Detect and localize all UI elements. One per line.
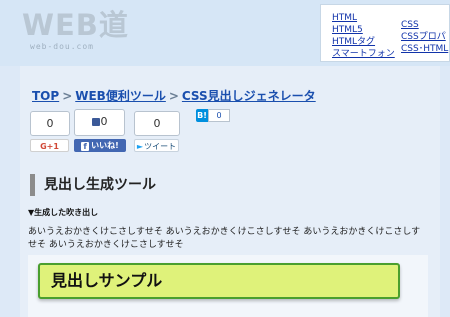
menu-link-css-html[interactable]: CSS･HTML: [401, 43, 448, 55]
generated-balloon-label: ▼生成した吹き出し: [28, 208, 99, 217]
facebook-like-count: 0: [74, 109, 125, 136]
facebook-like-button[interactable]: f いいね!: [74, 139, 126, 152]
breadcrumb-web-tools[interactable]: WEB便利ツール: [75, 89, 166, 103]
heading-sample: 見出しサンプル: [38, 263, 400, 299]
menu-column-css: CSS CSSプロパ CSS･HTML: [401, 19, 448, 55]
breadcrumb-css-heading-generator[interactable]: CSS見出しジェネレータ: [182, 89, 316, 103]
heading-preview-area: 見出しサンプル: [28, 255, 428, 317]
menu-link-html5[interactable]: HTML5: [332, 24, 395, 36]
menu-link-html-tags[interactable]: HTMLタグ: [332, 36, 395, 48]
menu-column-html: HTML HTML5 HTMLタグ スマートフォン: [332, 12, 395, 60]
facebook-icon: f: [81, 142, 90, 151]
top-menu: HTML HTML5 HTMLタグ スマートフォン CSS CSSプロパ CSS…: [320, 4, 450, 62]
twitter-bird-icon: ►: [136, 142, 144, 151]
site-header: WEB道 web-dou.com HTML HTML5 HTMLタグ スマートフ…: [0, 0, 450, 66]
gplus-count: 0: [30, 111, 70, 136]
logo-text: WEB道: [22, 8, 129, 42]
hatena-count: 0: [208, 109, 230, 122]
menu-link-css-properties[interactable]: CSSプロパ: [401, 31, 448, 43]
hatena-icon: B!: [196, 109, 208, 122]
tweet-label: ツイート: [144, 142, 177, 151]
menu-link-html[interactable]: HTML: [332, 12, 395, 24]
site-logo[interactable]: WEB道 web-dou.com: [22, 8, 152, 54]
breadcrumb-separator: >: [168, 89, 179, 103]
menu-link-smartphone[interactable]: スマートフォン: [332, 48, 395, 60]
section-title: 見出し生成ツール: [30, 174, 156, 196]
sample-text: あいうえおかきくけこさしすせそ あいうえおかきくけこさしすせそ あいうえおかきく…: [28, 227, 421, 250]
facebook-like-count-value: 0: [100, 115, 108, 128]
breadcrumb-separator: >: [62, 89, 73, 103]
gplus-button[interactable]: G+1: [30, 139, 69, 152]
main-content: TOP > WEB便利ツール > CSS見出しジェネレータ 0 0 0 B! 0 G+1…: [20, 66, 440, 317]
tweet-button[interactable]: ►ツイート: [134, 139, 179, 152]
menu-link-css[interactable]: CSS: [401, 19, 448, 31]
breadcrumb: TOP > WEB便利ツール > CSS見出しジェネレータ: [32, 87, 316, 104]
facebook-like-label: いいね!: [91, 141, 119, 150]
thumbs-up-icon: [91, 118, 100, 126]
logo-subtext: web-dou.com: [30, 42, 94, 51]
breadcrumb-top[interactable]: TOP: [32, 89, 59, 103]
tweet-count: 0: [134, 111, 180, 136]
hatena-bookmark-button[interactable]: B! 0: [196, 109, 230, 122]
